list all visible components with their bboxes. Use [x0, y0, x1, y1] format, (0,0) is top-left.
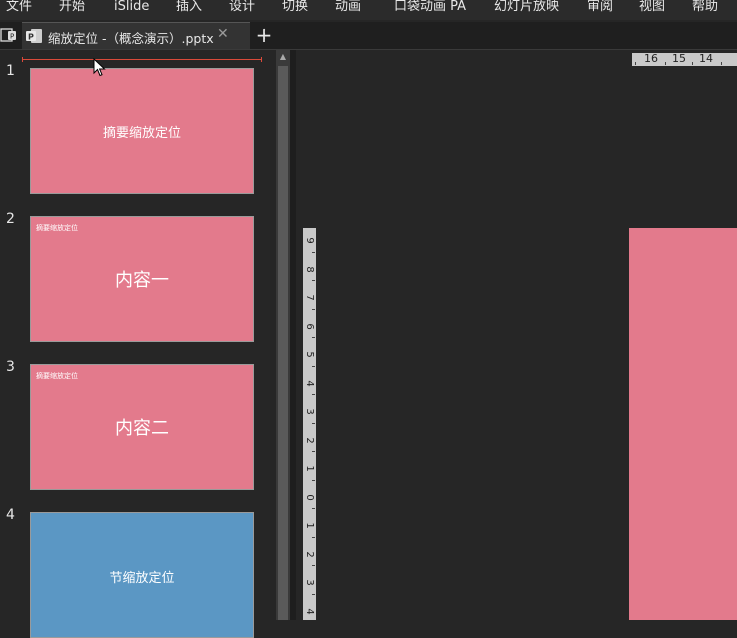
- ruler-tick: [312, 423, 315, 424]
- menu-design[interactable]: 设计: [229, 0, 255, 16]
- ruler-tick: [312, 594, 315, 595]
- ruler-tick: [312, 280, 315, 281]
- ruler-label: 3: [304, 408, 315, 415]
- ruler-label: 8: [304, 266, 315, 273]
- document-tab-bar: P P 缩放定位 -（概念演示）.pptx ✕ ⋮ +: [0, 22, 737, 50]
- current-slide[interactable]: [629, 228, 737, 620]
- ruler-tick: [312, 366, 315, 367]
- ruler-tick: [665, 62, 666, 65]
- slide-title: 节缩放定位: [109, 571, 175, 586]
- menu-view[interactable]: 视图: [639, 0, 665, 16]
- slide-title: 摘要缩放定位: [102, 126, 181, 141]
- ruler-label: 16: [644, 52, 658, 65]
- slide-thumbnail-3[interactable]: 摘要缩放定位 内容二: [30, 364, 254, 490]
- ruler-tick: [312, 480, 315, 481]
- slide-thumbnail-2[interactable]: 摘要缩放定位 内容一: [30, 216, 254, 342]
- presentation-app-icon[interactable]: P: [0, 26, 18, 44]
- svg-text:P: P: [10, 33, 14, 41]
- ruler-label: 15: [672, 52, 686, 65]
- ruler-label: 0: [304, 494, 315, 501]
- ruler-tick: [312, 565, 315, 566]
- slide-number: 3: [6, 359, 15, 375]
- ruler-label: 3: [304, 579, 315, 586]
- vertical-ruler: 9 8 7 6 5 4 3 2 1 0 1 2 3 4: [303, 228, 316, 620]
- ruler-label: 7: [304, 294, 315, 301]
- ruler-tick: [312, 394, 315, 395]
- menu-islide[interactable]: iSlide: [114, 0, 149, 16]
- powerpoint-file-icon: P: [26, 29, 42, 43]
- slide-thumbnail-panel: 1 摘要缩放定位 2 摘要缩放定位 内容一 3 摘要缩放定位 内容二 4 节缩放…: [0, 50, 276, 638]
- slide-title: 内容二: [115, 418, 169, 439]
- tab-presentation-file[interactable]: P 缩放定位 -（概念演示）.pptx ✕ ⋮: [22, 22, 271, 49]
- menu-insert[interactable]: 插入: [176, 0, 202, 16]
- slide-editing-canvas[interactable]: 16 15 14 9 8 7 6 5 4 3 2 1 0 1 2 3 4: [296, 50, 737, 620]
- menu-file[interactable]: 文件: [6, 0, 32, 16]
- menu-review[interactable]: 审阅: [587, 0, 613, 16]
- slide-corner-label: 摘要缩放定位: [36, 224, 78, 232]
- slide-title: 内容一: [115, 270, 169, 291]
- mouse-pointer-icon: [93, 58, 106, 77]
- svg-text:P: P: [28, 33, 34, 42]
- horizontal-ruler: 16 15 14: [632, 52, 737, 66]
- slide-thumbnail-1[interactable]: 摘要缩放定位: [30, 68, 254, 194]
- ruler-label: 5: [304, 351, 315, 358]
- menu-pocket-animation[interactable]: 口袋动画 PA: [394, 0, 466, 16]
- menu-transitions[interactable]: 切换: [282, 0, 308, 16]
- ruler-tick: [312, 252, 315, 253]
- menu-bar: 文件 开始 iSlide 插入 设计 切换 动画 口袋动画 PA 幻灯片放映 审…: [0, 0, 737, 20]
- slide-number: 4: [6, 507, 15, 523]
- ruler-label: 2: [304, 437, 315, 444]
- ruler-label: 9: [304, 237, 315, 244]
- menu-home[interactable]: 开始: [59, 0, 85, 16]
- ruler-label: 4: [304, 380, 315, 387]
- ruler-label: 4: [304, 608, 315, 615]
- insertion-indicator: [22, 57, 262, 62]
- ruler-label: 14: [699, 52, 713, 65]
- ruler-tick: [312, 537, 315, 538]
- menu-animations[interactable]: 动画: [335, 0, 361, 16]
- ruler-tick: [312, 451, 315, 452]
- menu-slideshow[interactable]: 幻灯片放映: [494, 0, 559, 16]
- ruler-tick: [312, 337, 315, 338]
- ruler-tick: [312, 309, 315, 310]
- ruler-label: 2: [304, 551, 315, 558]
- close-tab-icon[interactable]: ✕: [217, 26, 229, 42]
- ruler-label: 1: [304, 522, 315, 529]
- ruler-label: 1: [304, 465, 315, 472]
- scrollbar-thumb[interactable]: [278, 66, 288, 620]
- slide-corner-label: 摘要缩放定位: [36, 372, 78, 380]
- new-tab-button[interactable]: +: [254, 23, 274, 47]
- tab-title: 缩放定位 -（概念演示）.pptx: [48, 31, 214, 46]
- ruler-label: 6: [304, 323, 315, 330]
- ruler-tick: [692, 62, 693, 65]
- scroll-up-arrow-icon[interactable]: ▲: [276, 52, 290, 62]
- slide-number: 2: [6, 211, 15, 227]
- ruler-tick: [312, 508, 315, 509]
- slide-thumbnail-4[interactable]: 节缩放定位: [30, 512, 254, 638]
- thumbnail-scrollbar[interactable]: ▲: [276, 50, 290, 620]
- ruler-tick: [721, 62, 722, 65]
- menu-help[interactable]: 帮助: [692, 0, 718, 16]
- ruler-tick: [635, 62, 636, 65]
- slide-number: 1: [6, 63, 15, 79]
